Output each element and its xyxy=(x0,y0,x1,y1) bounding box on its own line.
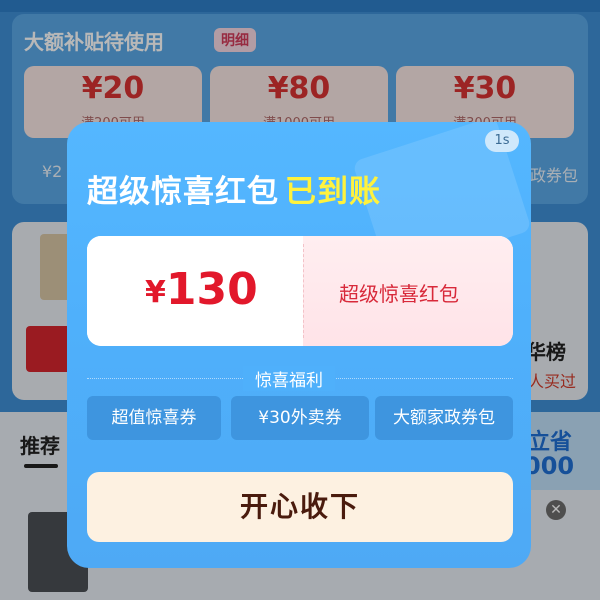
packet-divider xyxy=(303,244,304,338)
red-packet-modal: 1s 超级惊喜红包 已到账 ¥130 超级惊喜红包 惊喜福利 超值惊喜券 ¥30外… xyxy=(67,122,531,568)
benefit-takeout-coupon[interactable]: ¥30外卖券 xyxy=(231,396,369,440)
benefits-title: 惊喜福利 xyxy=(243,366,335,391)
amount-value: 130 xyxy=(165,264,258,315)
red-packet-name: 超级惊喜红包 xyxy=(339,282,459,306)
red-packet-amount: ¥130 xyxy=(145,264,258,315)
modal-title-text: 超级惊喜红包 xyxy=(87,174,279,210)
red-packet-card: ¥130 超级惊喜红包 xyxy=(87,236,513,346)
modal-title: 超级惊喜红包 已到账 xyxy=(87,166,381,211)
collect-button[interactable]: 开心收下 xyxy=(87,472,513,542)
countdown-timer: 1s xyxy=(485,130,519,152)
benefit-super-coupon[interactable]: 超值惊喜券 xyxy=(87,396,221,440)
benefit-housekeeping-coupon[interactable]: 大额家政券包 xyxy=(375,396,513,440)
modal-title-highlight: 已到账 xyxy=(285,174,381,210)
currency-symbol: ¥ xyxy=(145,275,166,310)
